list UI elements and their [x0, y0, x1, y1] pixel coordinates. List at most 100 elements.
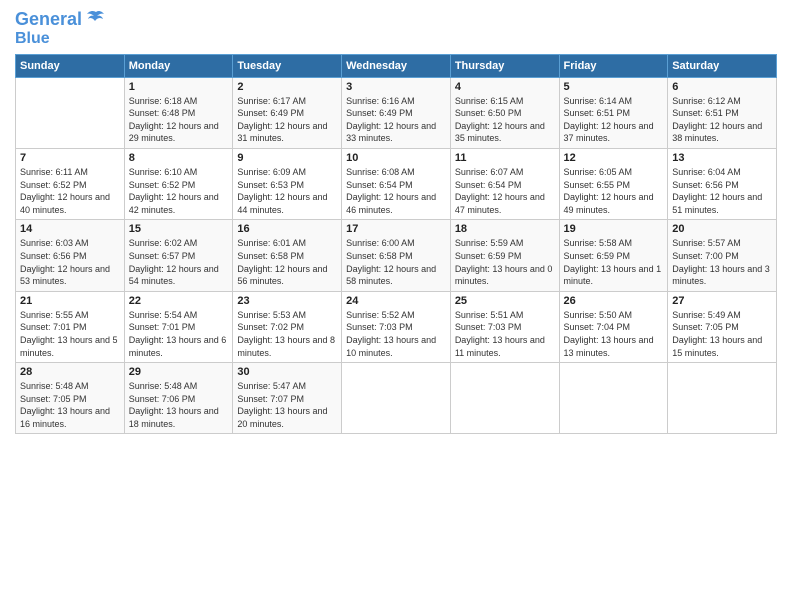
day-number: 29 [129, 366, 229, 378]
day-number: 2 [237, 81, 337, 93]
calendar-cell: 17 Sunrise: 6:00 AMSunset: 6:58 PMDaylig… [342, 220, 451, 291]
day-info: Sunrise: 6:15 AMSunset: 6:50 PMDaylight:… [455, 95, 555, 145]
day-info: Sunrise: 6:09 AMSunset: 6:53 PMDaylight:… [237, 166, 337, 216]
logo-blue-text: Blue [15, 30, 50, 48]
day-number: 6 [672, 81, 772, 93]
calendar-cell: 4 Sunrise: 6:15 AMSunset: 6:50 PMDayligh… [450, 77, 559, 148]
calendar-cell: 5 Sunrise: 6:14 AMSunset: 6:51 PMDayligh… [559, 77, 668, 148]
day-number: 7 [20, 152, 120, 164]
day-number: 11 [455, 152, 555, 164]
day-info: Sunrise: 6:04 AMSunset: 6:56 PMDaylight:… [672, 166, 772, 216]
day-info: Sunrise: 6:17 AMSunset: 6:49 PMDaylight:… [237, 95, 337, 145]
calendar-cell: 10 Sunrise: 6:08 AMSunset: 6:54 PMDaylig… [342, 148, 451, 219]
calendar-cell: 26 Sunrise: 5:50 AMSunset: 7:04 PMDaylig… [559, 291, 668, 362]
day-info: Sunrise: 5:49 AMSunset: 7:05 PMDaylight:… [672, 309, 772, 359]
calendar-cell: 15 Sunrise: 6:02 AMSunset: 6:57 PMDaylig… [124, 220, 233, 291]
day-number: 30 [237, 366, 337, 378]
day-info: Sunrise: 5:54 AMSunset: 7:01 PMDaylight:… [129, 309, 229, 359]
logo-text: General [15, 10, 82, 30]
day-header: Monday [124, 54, 233, 77]
calendar-cell: 16 Sunrise: 6:01 AMSunset: 6:58 PMDaylig… [233, 220, 342, 291]
calendar-cell: 23 Sunrise: 5:53 AMSunset: 7:02 PMDaylig… [233, 291, 342, 362]
calendar-cell: 19 Sunrise: 5:58 AMSunset: 6:59 PMDaylig… [559, 220, 668, 291]
top-row: General Blue [15, 10, 777, 50]
day-info: Sunrise: 6:01 AMSunset: 6:58 PMDaylight:… [237, 237, 337, 287]
calendar-cell: 30 Sunrise: 5:47 AMSunset: 7:07 PMDaylig… [233, 363, 342, 434]
day-number: 8 [129, 152, 229, 164]
day-number: 9 [237, 152, 337, 164]
day-info: Sunrise: 5:48 AMSunset: 7:06 PMDaylight:… [129, 380, 229, 430]
calendar-cell: 29 Sunrise: 5:48 AMSunset: 7:06 PMDaylig… [124, 363, 233, 434]
day-number: 27 [672, 295, 772, 307]
calendar-cell [668, 363, 777, 434]
day-info: Sunrise: 6:00 AMSunset: 6:58 PMDaylight:… [346, 237, 446, 287]
day-info: Sunrise: 6:10 AMSunset: 6:52 PMDaylight:… [129, 166, 229, 216]
day-header: Sunday [16, 54, 125, 77]
day-info: Sunrise: 6:07 AMSunset: 6:54 PMDaylight:… [455, 166, 555, 216]
day-info: Sunrise: 6:14 AMSunset: 6:51 PMDaylight:… [564, 95, 664, 145]
day-info: Sunrise: 5:55 AMSunset: 7:01 PMDaylight:… [20, 309, 120, 359]
day-number: 14 [20, 223, 120, 235]
day-info: Sunrise: 6:02 AMSunset: 6:57 PMDaylight:… [129, 237, 229, 287]
day-info: Sunrise: 6:05 AMSunset: 6:55 PMDaylight:… [564, 166, 664, 216]
calendar-cell: 7 Sunrise: 6:11 AMSunset: 6:52 PMDayligh… [16, 148, 125, 219]
day-header: Wednesday [342, 54, 451, 77]
day-number: 24 [346, 295, 446, 307]
calendar-cell: 8 Sunrise: 6:10 AMSunset: 6:52 PMDayligh… [124, 148, 233, 219]
day-number: 20 [672, 223, 772, 235]
page: General Blue SundayMondayTuesdayWednesda… [0, 0, 792, 444]
calendar-cell: 13 Sunrise: 6:04 AMSunset: 6:56 PMDaylig… [668, 148, 777, 219]
day-number: 17 [346, 223, 446, 235]
day-info: Sunrise: 5:50 AMSunset: 7:04 PMDaylight:… [564, 309, 664, 359]
day-number: 12 [564, 152, 664, 164]
day-header: Friday [559, 54, 668, 77]
calendar-cell: 3 Sunrise: 6:16 AMSunset: 6:49 PMDayligh… [342, 77, 451, 148]
day-info: Sunrise: 5:52 AMSunset: 7:03 PMDaylight:… [346, 309, 446, 359]
day-info: Sunrise: 5:48 AMSunset: 7:05 PMDaylight:… [20, 380, 120, 430]
calendar-cell: 27 Sunrise: 5:49 AMSunset: 7:05 PMDaylig… [668, 291, 777, 362]
day-info: Sunrise: 6:16 AMSunset: 6:49 PMDaylight:… [346, 95, 446, 145]
calendar-cell: 21 Sunrise: 5:55 AMSunset: 7:01 PMDaylig… [16, 291, 125, 362]
calendar-cell: 25 Sunrise: 5:51 AMSunset: 7:03 PMDaylig… [450, 291, 559, 362]
day-info: Sunrise: 6:12 AMSunset: 6:51 PMDaylight:… [672, 95, 772, 145]
day-number: 1 [129, 81, 229, 93]
calendar-cell [16, 77, 125, 148]
day-number: 13 [672, 152, 772, 164]
calendar-cell: 11 Sunrise: 6:07 AMSunset: 6:54 PMDaylig… [450, 148, 559, 219]
calendar-cell: 20 Sunrise: 5:57 AMSunset: 7:00 PMDaylig… [668, 220, 777, 291]
day-number: 15 [129, 223, 229, 235]
day-number: 18 [455, 223, 555, 235]
day-number: 28 [20, 366, 120, 378]
day-number: 3 [346, 81, 446, 93]
calendar-cell: 28 Sunrise: 5:48 AMSunset: 7:05 PMDaylig… [16, 363, 125, 434]
logo-bird-icon [84, 10, 106, 30]
day-number: 21 [20, 295, 120, 307]
calendar-cell: 24 Sunrise: 5:52 AMSunset: 7:03 PMDaylig… [342, 291, 451, 362]
calendar-cell: 2 Sunrise: 6:17 AMSunset: 6:49 PMDayligh… [233, 77, 342, 148]
day-info: Sunrise: 5:59 AMSunset: 6:59 PMDaylight:… [455, 237, 555, 287]
day-number: 5 [564, 81, 664, 93]
calendar-cell: 22 Sunrise: 5:54 AMSunset: 7:01 PMDaylig… [124, 291, 233, 362]
day-number: 19 [564, 223, 664, 235]
day-number: 10 [346, 152, 446, 164]
calendar-cell: 6 Sunrise: 6:12 AMSunset: 6:51 PMDayligh… [668, 77, 777, 148]
day-info: Sunrise: 5:57 AMSunset: 7:00 PMDaylight:… [672, 237, 772, 287]
day-info: Sunrise: 6:11 AMSunset: 6:52 PMDaylight:… [20, 166, 120, 216]
day-number: 16 [237, 223, 337, 235]
day-number: 25 [455, 295, 555, 307]
calendar-cell [342, 363, 451, 434]
calendar-cell [450, 363, 559, 434]
logo: General Blue [15, 10, 106, 48]
calendar-table: SundayMondayTuesdayWednesdayThursdayFrid… [15, 54, 777, 435]
day-number: 26 [564, 295, 664, 307]
calendar-cell [559, 363, 668, 434]
day-header: Thursday [450, 54, 559, 77]
day-info: Sunrise: 5:58 AMSunset: 6:59 PMDaylight:… [564, 237, 664, 287]
calendar-cell: 9 Sunrise: 6:09 AMSunset: 6:53 PMDayligh… [233, 148, 342, 219]
day-info: Sunrise: 5:53 AMSunset: 7:02 PMDaylight:… [237, 309, 337, 359]
day-info: Sunrise: 5:51 AMSunset: 7:03 PMDaylight:… [455, 309, 555, 359]
calendar-cell: 12 Sunrise: 6:05 AMSunset: 6:55 PMDaylig… [559, 148, 668, 219]
day-number: 23 [237, 295, 337, 307]
day-header: Saturday [668, 54, 777, 77]
day-info: Sunrise: 6:18 AMSunset: 6:48 PMDaylight:… [129, 95, 229, 145]
